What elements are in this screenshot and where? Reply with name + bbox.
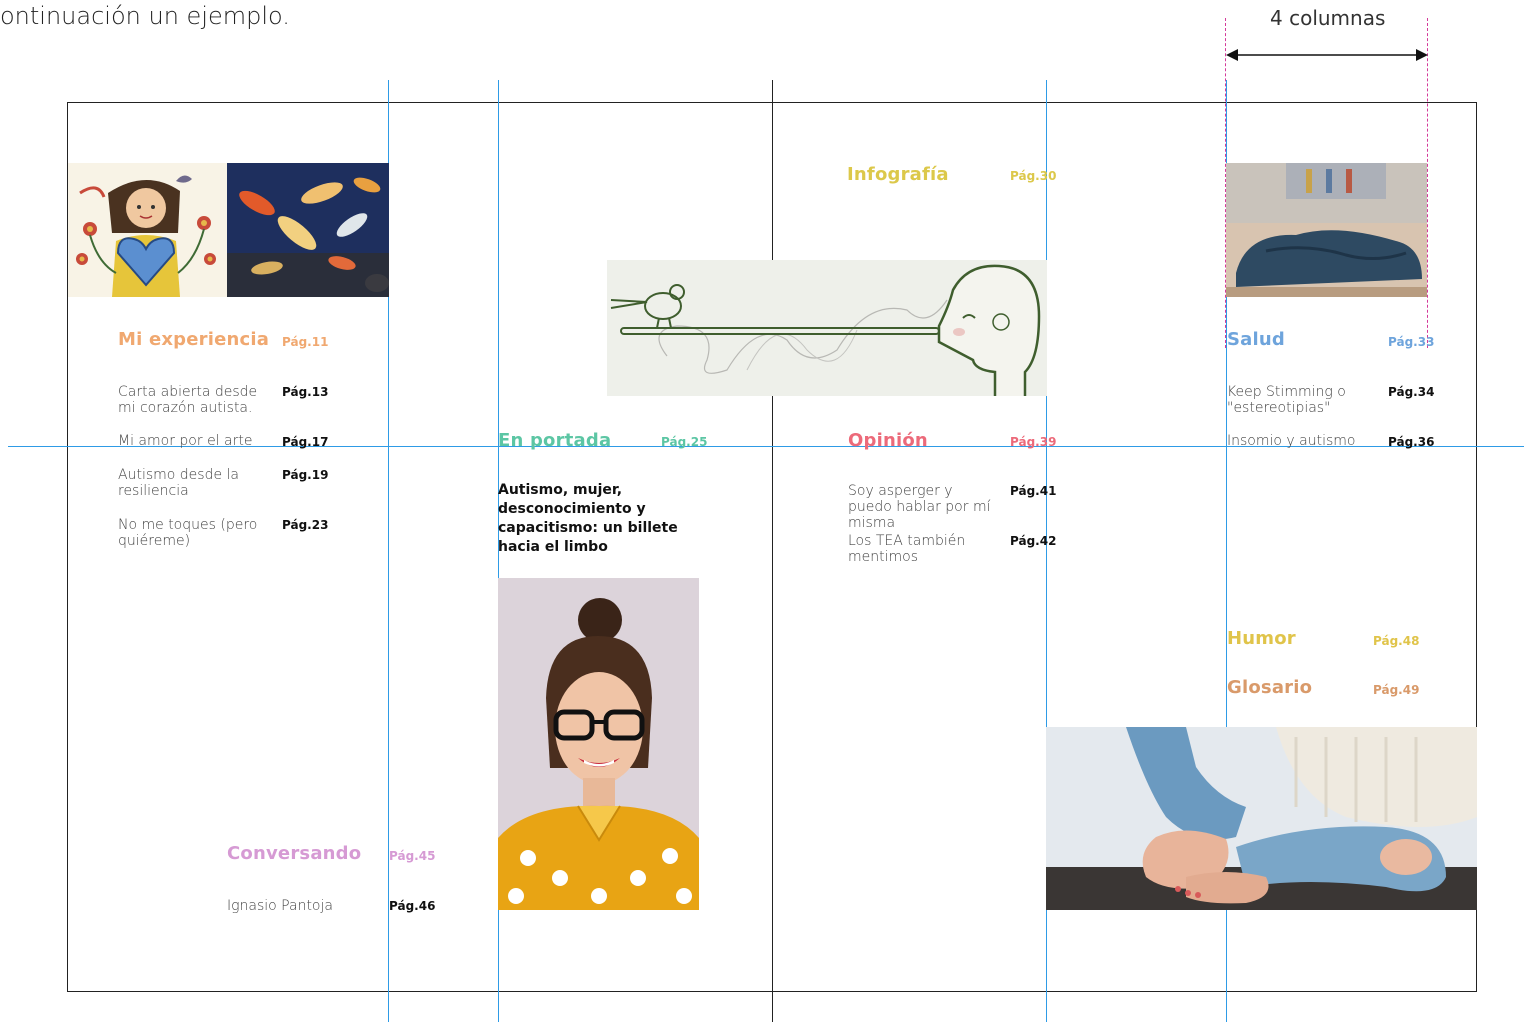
section-page-salud: Pág.33 xyxy=(1388,335,1435,349)
toc-item-page: Pág.36 xyxy=(1388,435,1435,449)
girl-heart-image xyxy=(68,163,227,297)
section-title-en-portada[interactable]: En portada xyxy=(498,430,611,451)
person-sleeping-image xyxy=(1226,163,1427,297)
woman-portrait-image xyxy=(498,578,699,910)
section-title-salud[interactable]: Salud xyxy=(1227,329,1285,350)
double-arrow-icon xyxy=(1226,49,1428,61)
toc-item-page: Pág.13 xyxy=(282,385,329,399)
toc-item-page: Pág.19 xyxy=(282,468,329,482)
toc-item-page: Pág.42 xyxy=(1010,534,1057,548)
margin-guide-right xyxy=(1427,18,1428,348)
section-page-mi-experiencia: Pág.11 xyxy=(282,335,329,349)
feature-headline[interactable]: Autismo, mujer, desconocimiento y capaci… xyxy=(498,481,678,557)
section-page-humor: Pág.48 xyxy=(1373,634,1420,648)
section-page-conversando: Pág.45 xyxy=(389,849,436,863)
toc-item-page: Pág.46 xyxy=(389,899,436,913)
section-page-glosario: Pág.49 xyxy=(1373,683,1420,697)
toc-item-text[interactable]: Mi amor por el arte xyxy=(118,433,268,449)
toc-item-text[interactable]: No me toques (pero quiéreme) xyxy=(118,517,258,549)
section-page-opinion: Pág.39 xyxy=(1010,435,1057,449)
long-nose-illustration xyxy=(607,260,1047,396)
section-page-en-portada: Pág.25 xyxy=(661,435,708,449)
toc-item-text[interactable]: Ignasio Pantoja xyxy=(227,898,333,914)
crossed-legs-image xyxy=(1046,727,1477,910)
koi-fish-image xyxy=(227,163,389,297)
toc-item-text[interactable]: Carta abierta desde mi corazón autista. xyxy=(118,384,268,416)
section-title-conversando[interactable]: Conversando xyxy=(227,843,361,864)
section-title-humor[interactable]: Humor xyxy=(1227,628,1296,649)
section-page-infografia: Pág.30 xyxy=(1010,169,1057,183)
section-title-mi-experiencia[interactable]: Mi experiencia xyxy=(118,329,269,350)
section-title-glosario[interactable]: Glosario xyxy=(1227,677,1312,698)
toc-item-page: Pág.41 xyxy=(1010,484,1057,498)
toc-item-page: Pág.34 xyxy=(1388,385,1435,399)
toc-item-page: Pág.17 xyxy=(282,435,329,449)
toc-item-text[interactable]: Insomio y autismo xyxy=(1227,433,1377,449)
center-fold-line xyxy=(772,80,773,1022)
intro-text: ontinuación un ejemplo. xyxy=(0,2,290,30)
section-title-opinion[interactable]: Opinión xyxy=(848,430,928,451)
toc-item-text[interactable]: Keep Stimming o "estereotipias" xyxy=(1227,384,1367,416)
columns-label: 4 columnas xyxy=(1270,6,1386,30)
section-title-infografia[interactable]: Infografía xyxy=(847,164,949,185)
toc-item-page: Pág.23 xyxy=(282,518,329,532)
toc-item-text[interactable]: Los TEA también mentimos xyxy=(848,533,978,565)
toc-item-text[interactable]: Autismo desde la resiliencia xyxy=(118,467,258,499)
toc-item-text[interactable]: Soy asperger y puedo hablar por mí misma xyxy=(848,483,998,531)
